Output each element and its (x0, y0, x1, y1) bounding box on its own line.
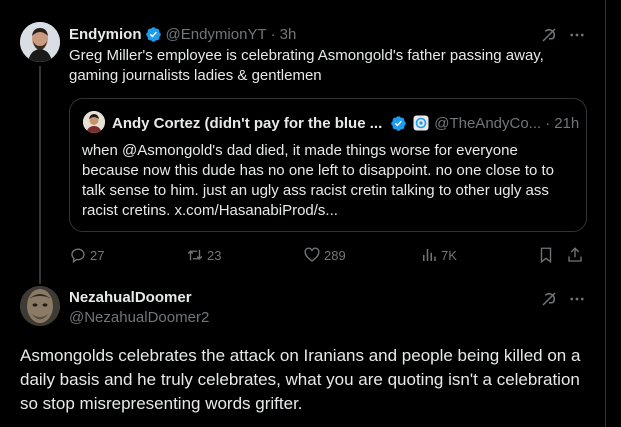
repost-button[interactable]: 23 (186, 245, 221, 265)
reply-button[interactable]: 27 (69, 245, 104, 265)
more-icon[interactable] (567, 289, 587, 309)
grok-icon[interactable] (539, 289, 559, 309)
quote-avatar (83, 111, 105, 133)
avatar-endymion[interactable] (20, 22, 60, 62)
bookmark-icon (540, 247, 552, 264)
author-handle[interactable]: @EndymionYT (166, 26, 267, 43)
tweet-time[interactable]: 3h (280, 26, 297, 43)
quote-time: 21h (554, 114, 580, 132)
verified-badge-icon (391, 115, 406, 131)
quote-text: when @Asmongold's dad died, it made thin… (82, 142, 555, 219)
views-icon (423, 249, 436, 261)
reply-count: 27 (90, 247, 105, 263)
separator-dot: · (545, 114, 551, 132)
thread-line (39, 66, 41, 284)
quote-author-name: Andy Cortez (didn't pay for the blue ... (112, 114, 383, 132)
avatar-nezahualdoomer[interactable] (20, 286, 60, 326)
tweet-text: Greg Miller's employee is celebrating As… (69, 47, 544, 84)
reply-text: Asmongolds celebrates the attack on Iran… (20, 346, 581, 413)
affiliate-badge-icon (413, 115, 429, 131)
separator-dot: · (270, 25, 276, 43)
reply-icon (71, 248, 85, 264)
like-button[interactable]: 289 (303, 245, 346, 265)
quote-header: Andy Cortez (didn't pay for the blue ...… (112, 113, 579, 133)
reply-author-handle[interactable]: @NezahualDoomer2 (69, 309, 209, 326)
author-name[interactable]: Endymion (69, 26, 142, 43)
share-button[interactable] (566, 245, 587, 265)
repost-count: 23 (207, 247, 222, 263)
action-bar: 27 23 289 7K (69, 245, 589, 265)
grok-icon[interactable] (539, 25, 559, 45)
verified-badge-icon (145, 26, 161, 42)
tweet-header: Endymion @EndymionYT · 3h (69, 24, 296, 44)
bookmark-button[interactable] (537, 245, 558, 265)
repost-icon (187, 249, 203, 261)
like-count: 289 (324, 247, 346, 263)
quote-author-handle: @TheAndyCo... (434, 114, 542, 132)
views-count: 7K (441, 247, 457, 263)
reply-author-name[interactable]: NezahualDoomer (69, 289, 192, 306)
more-icon[interactable] (567, 25, 587, 45)
like-icon (304, 247, 320, 262)
share-icon (568, 247, 582, 262)
views-button[interactable]: 7K (420, 245, 457, 265)
